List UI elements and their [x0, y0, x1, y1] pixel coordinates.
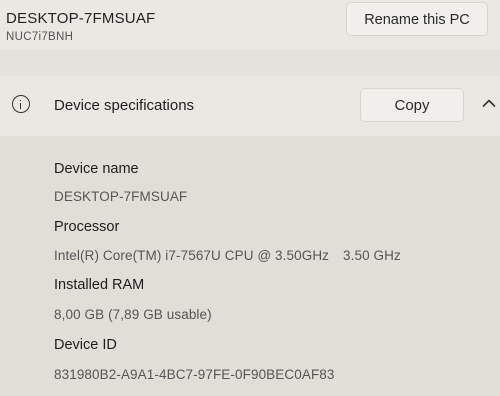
- installed-ram-label: Installed RAM: [54, 277, 145, 293]
- pc-model: NUC7i7BNH: [6, 31, 74, 43]
- processor-value-row: Intel(R) Core(TM) i7-7567U CPU @ 3.50GHz…: [54, 248, 401, 263]
- device-id-value: 831980B2-A9A1-4BC7-97FE-0F90BEC0AF83: [54, 367, 335, 382]
- pc-name: DESKTOP-7FMSUAF: [6, 10, 156, 27]
- chevron-up-icon[interactable]: [482, 98, 496, 108]
- device-id-label: Device ID: [54, 337, 117, 353]
- processor-label: Processor: [54, 219, 120, 235]
- copy-button[interactable]: Copy: [360, 88, 464, 122]
- processor-speed: 3.50 GHz: [343, 248, 401, 263]
- device-name-value: DESKTOP-7FMSUAF: [54, 189, 188, 204]
- rename-pc-button[interactable]: Rename this PC: [346, 2, 488, 36]
- installed-ram-value: 8,00 GB (7,89 GB usable): [54, 307, 212, 322]
- device-name-label: Device name: [54, 161, 139, 177]
- info-icon: [12, 95, 30, 113]
- processor-value: Intel(R) Core(TM) i7-7567U CPU @ 3.50GHz: [54, 248, 330, 263]
- device-specifications-title: Device specifications: [54, 97, 195, 114]
